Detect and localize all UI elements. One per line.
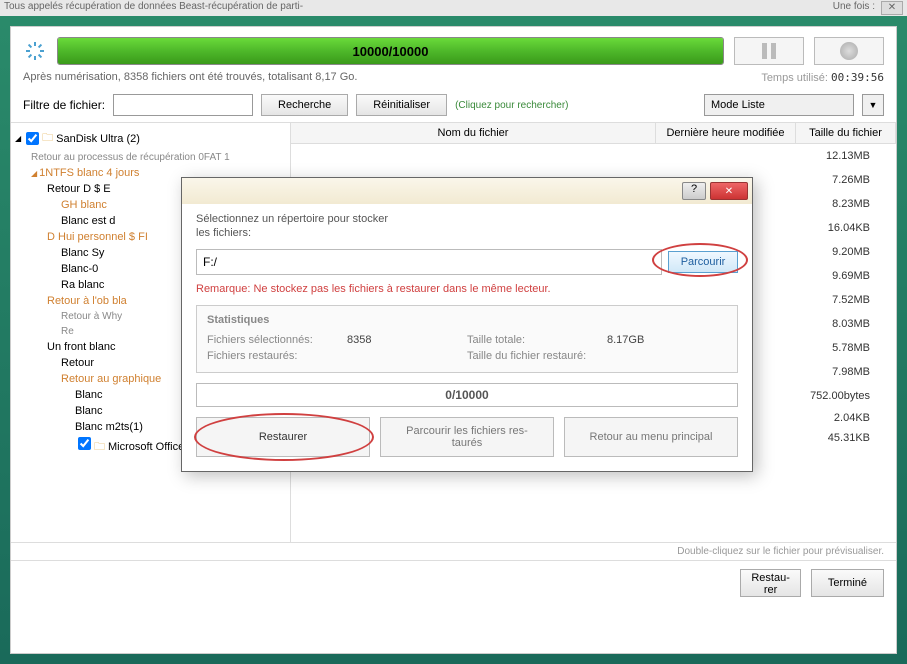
restore-progress-text: 0/10000 — [197, 384, 737, 406]
os-titlebar: Tous appelés récupération de données Bea… — [0, 0, 907, 16]
filter-input[interactable] — [113, 94, 253, 116]
view-mode-select[interactable]: Mode Liste — [704, 94, 854, 116]
app-content: 10000/10000 Après numérisation, 8358 fic… — [10, 26, 897, 654]
stop-icon — [840, 42, 858, 60]
stats-restored-size-label: Taille du fichier restauré: — [467, 350, 607, 362]
time-used-value: 00:39:56 — [831, 71, 884, 84]
folder-icon: 🗀 — [94, 441, 105, 453]
col-header-size[interactable]: Taille du fichier — [796, 123, 896, 143]
dialog-restore-button[interactable]: Restaurer — [196, 417, 370, 457]
done-button[interactable]: Terminé — [811, 569, 884, 597]
time-used-label: Temps utilisé: — [761, 72, 828, 84]
window-close-button[interactable]: ✕ — [881, 1, 903, 15]
scan-progress-text: 10000/10000 — [58, 38, 723, 64]
statistics-panel: Statistiques Fichiers sélectionnés: 8358… — [196, 305, 738, 373]
stats-title: Statistiques — [207, 314, 727, 326]
reset-button[interactable]: Réinitialiser — [356, 94, 447, 116]
stats-total-size-label: Taille totale: — [467, 334, 607, 346]
tree-root-label: SanDisk Ultra (2) — [56, 133, 140, 145]
dialog-close-button[interactable]: ✕ — [710, 182, 748, 200]
list-row[interactable]: 12.13MB — [291, 144, 896, 168]
restore-dialog: ? ✕ Sélectionnez un répertoire pour stoc… — [181, 177, 753, 472]
window-title: Tous appelés récupération de données Bea… — [4, 1, 303, 15]
tree-checkbox[interactable] — [78, 437, 91, 450]
preview-hint: Double-cliquez sur le fichier pour prévi… — [11, 542, 896, 560]
restore-button-footer[interactable]: Restau- rer — [740, 569, 801, 597]
pause-button[interactable] — [734, 37, 804, 65]
col-header-date[interactable]: Dernière heure modifiée — [656, 123, 796, 143]
spinner-icon — [23, 39, 47, 63]
view-mode-label: Mode Liste — [711, 99, 765, 111]
titlebar-extra: Une fois : — [833, 1, 875, 15]
stats-selected-files-value: 8358 — [347, 334, 467, 346]
pause-icon — [762, 43, 776, 59]
restore-path-input[interactable] — [196, 249, 662, 275]
dialog-browse-restored-button[interactable]: Parcourir les fichiers res- taurés — [380, 417, 554, 457]
col-header-name[interactable]: Nom du fichier — [291, 123, 656, 143]
tree-item[interactable]: Retour au processus de récupération 0FAT… — [11, 150, 290, 165]
stats-selected-files-label: Fichiers sélectionnés: — [207, 334, 347, 346]
search-hint: (Cliquez pour rechercher) — [455, 100, 568, 111]
view-mode-dropdown-icon[interactable]: ▼ — [862, 94, 884, 116]
stop-button[interactable] — [814, 37, 884, 65]
scan-summary: Après numérisation, 8358 fichiers ont ét… — [23, 71, 357, 84]
restore-progress-bar: 0/10000 — [196, 383, 738, 407]
dialog-back-button[interactable]: Retour au menu principal — [564, 417, 738, 457]
scan-progress-bar: 10000/10000 — [57, 37, 724, 65]
dialog-select-label: Sélectionnez un répertoire pour stocker … — [196, 212, 738, 241]
folder-icon: 🗀 — [42, 129, 53, 148]
search-button[interactable]: Recherche — [261, 94, 348, 116]
dialog-help-button[interactable]: ? — [682, 182, 706, 200]
stats-total-size-value: 8.17GB — [607, 334, 727, 346]
app-frame: 10000/10000 Après numérisation, 8358 fic… — [0, 16, 907, 664]
stats-restored-files-label: Fichiers restaurés: — [207, 350, 347, 362]
warning-text: Remarque: Ne stockez pas les fichiers à … — [196, 283, 738, 295]
filter-label: Filtre de fichier: — [23, 98, 105, 112]
browse-button[interactable]: Parcourir — [668, 251, 738, 273]
tree-root-checkbox[interactable] — [26, 132, 39, 145]
